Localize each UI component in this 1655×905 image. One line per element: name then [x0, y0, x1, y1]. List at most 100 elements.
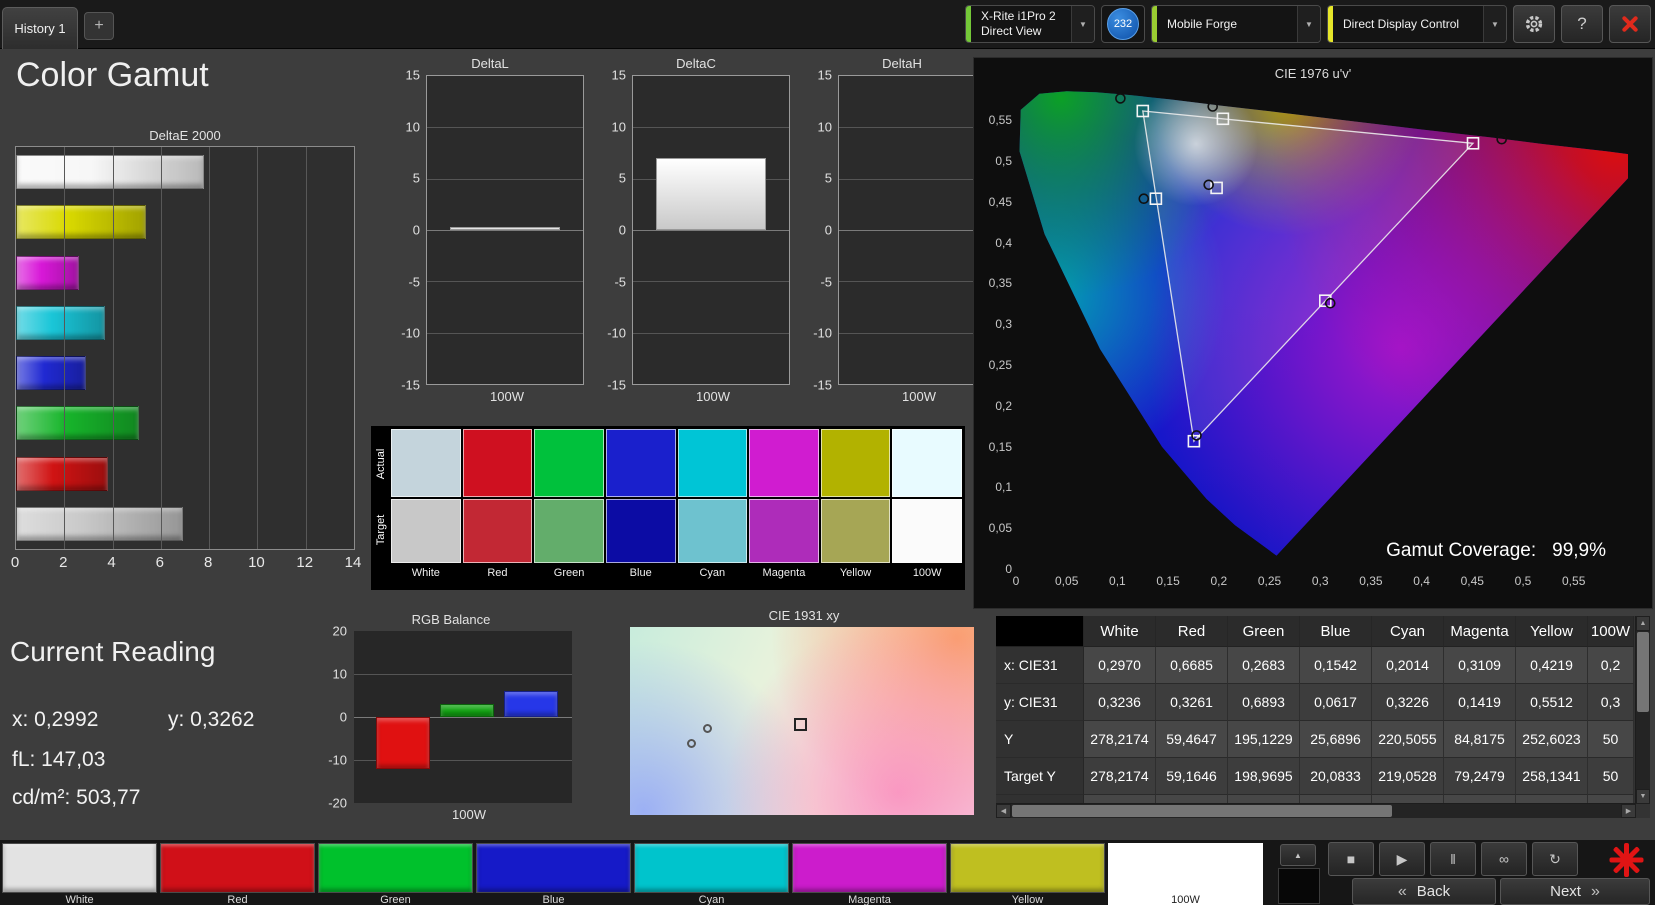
- actual-swatch: [462, 429, 533, 497]
- deltae-bar-row: [16, 298, 354, 348]
- close-button[interactable]: [1609, 5, 1651, 43]
- y-tick-label: -15: [401, 377, 420, 393]
- table-cell: 25,6896: [1300, 721, 1372, 758]
- settings-button[interactable]: [1513, 5, 1555, 43]
- source-dropdown[interactable]: Mobile Forge ▼: [1151, 5, 1321, 43]
- pattern-swatch-yellow[interactable]: Yellow: [950, 843, 1105, 905]
- scroll-right-icon[interactable]: ▶: [1621, 804, 1636, 818]
- reading-x: x: 0,2992: [12, 708, 99, 731]
- next-button[interactable]: Next »: [1500, 878, 1650, 905]
- gridline: [112, 147, 114, 549]
- compare-column-label: Yellow: [839, 567, 872, 579]
- scroll-left-icon[interactable]: ◀: [996, 804, 1011, 818]
- swatch-color: [318, 843, 473, 893]
- actual-target-compare: Actual Target White Red Green Blue Cyan Magen…: [371, 426, 965, 590]
- x-tick-label: 8: [203, 554, 213, 571]
- pattern-swatch-100w[interactable]: 100W: [1108, 843, 1263, 905]
- infinity-button[interactable]: ∞: [1481, 842, 1527, 876]
- horizontal-scroll-thumb[interactable]: [1012, 805, 1392, 817]
- pattern-swatch-blue[interactable]: Blue: [476, 843, 631, 905]
- transport-controls: ■ ▶ ‖ ∞ ↻: [1328, 842, 1578, 876]
- pattern-swatch-cyan[interactable]: Cyan: [634, 843, 789, 905]
- collapse-strip-button[interactable]: ▲: [1280, 844, 1316, 866]
- stop-button[interactable]: ■: [1328, 842, 1374, 876]
- y-tick-label: 10: [332, 666, 347, 682]
- gridline: [633, 281, 789, 283]
- x-tick-label: 0: [1012, 574, 1020, 588]
- horizontal-scrollbar[interactable]: ◀ ▶: [996, 803, 1636, 818]
- pattern-dropdown[interactable]: Direct Display Control ▼: [1327, 5, 1507, 43]
- table-row-label: Target Y: [996, 758, 1084, 795]
- swatch-color: [476, 843, 631, 893]
- table-row-label: x: CIE31: [996, 647, 1084, 684]
- actual-swatch: [892, 429, 962, 497]
- vertical-scrollbar[interactable]: ▲ ▼: [1635, 616, 1650, 804]
- row-label-actual: Actual: [375, 448, 387, 480]
- measure-indicator-icon[interactable]: [1606, 840, 1646, 880]
- tab-history-1[interactable]: History 1: [2, 7, 78, 49]
- y-tick-label: 5: [618, 170, 626, 186]
- y-tick-label: 0,15: [988, 439, 1012, 454]
- y-tick-label: 0: [618, 222, 626, 238]
- chevron-down-icon[interactable]: ▼: [1071, 6, 1094, 42]
- scroll-up-icon[interactable]: ▲: [1636, 616, 1650, 631]
- deltae2000-plot: [15, 146, 355, 550]
- x-axis-label: 100W: [696, 389, 730, 404]
- pause-button[interactable]: ‖: [1430, 842, 1476, 876]
- play-icon: ▶: [1396, 850, 1408, 867]
- meter-dropdown[interactable]: X-Rite i1Pro 2 Direct View ▼: [965, 5, 1095, 43]
- compare-column-label: Green: [553, 567, 585, 579]
- vertical-scroll-thumb[interactable]: [1637, 632, 1649, 712]
- table-cell: 59,1646: [1156, 758, 1228, 795]
- rgb-balance-plot: [354, 631, 572, 803]
- chevron-down-icon[interactable]: ▼: [1297, 6, 1320, 42]
- table-cell: 50: [1588, 758, 1634, 795]
- pattern-swatch-magenta[interactable]: Magenta: [792, 843, 947, 905]
- gridline: [64, 147, 66, 549]
- loop-button[interactable]: ↻: [1532, 842, 1578, 876]
- compare-row-labels: Actual Target: [374, 429, 388, 587]
- pattern-swatch-green[interactable]: Green: [318, 843, 473, 905]
- page-title: Color Gamut: [16, 56, 209, 94]
- table-header: Magenta: [1444, 616, 1516, 647]
- compare-column-magenta: Magenta: [749, 429, 819, 587]
- compare-columns: White Red Green Blue Cyan Magenta Yellow 100W: [391, 429, 962, 587]
- back-button[interactable]: « Back: [1352, 878, 1496, 905]
- x-tick-label: 0,4: [1413, 574, 1430, 588]
- y-tick-label: -15: [607, 377, 626, 393]
- delta-chart-deltal: DeltaL 15 10 5 0 -5 -10 -15 100W: [392, 56, 588, 404]
- table-cell: 0,2683: [1228, 647, 1300, 684]
- rgb-bar-blue: [504, 691, 558, 717]
- x-axis-label: 100W: [902, 389, 936, 404]
- y-tick-label: 0: [1005, 562, 1012, 576]
- loop-icon: ↻: [1549, 850, 1561, 867]
- chart-title: DeltaC: [676, 56, 716, 71]
- table-cell: 0,3236: [1084, 684, 1156, 721]
- x-tick-label: 0,5: [1514, 574, 1532, 588]
- table-cell: 0,3109: [1444, 647, 1516, 684]
- swatch-color: [792, 843, 947, 893]
- table-header: Cyan: [1372, 616, 1444, 647]
- gamut-coverage-value: 99,9%: [1552, 540, 1606, 561]
- chevron-down-icon[interactable]: ▼: [1483, 6, 1506, 42]
- y-tick-label: -10: [401, 325, 420, 341]
- table-cell: 84,8175: [1444, 721, 1516, 758]
- app-window: History 1 + X-Rite i1Pro 2 Direct View ▼…: [0, 0, 1655, 905]
- play-button[interactable]: ▶: [1379, 842, 1425, 876]
- scroll-down-icon[interactable]: ▼: [1636, 789, 1650, 804]
- table-header: Green: [1228, 616, 1300, 647]
- swatch-label: Red: [227, 894, 248, 905]
- pattern-preview[interactable]: [1278, 868, 1320, 904]
- help-button[interactable]: ?: [1561, 5, 1603, 43]
- meter-status-badge[interactable]: 232: [1101, 5, 1145, 43]
- y-tick-label: 15: [405, 67, 420, 83]
- new-tab-button[interactable]: +: [84, 12, 114, 40]
- y-tick-label: -5: [820, 274, 832, 290]
- y-tick-label: 0: [824, 222, 832, 238]
- pattern-swatch-red[interactable]: Red: [160, 843, 315, 905]
- pattern-swatch-white[interactable]: White: [2, 843, 157, 905]
- table-cell: 258,1341: [1516, 758, 1588, 795]
- table-cell: 252,6023: [1516, 721, 1588, 758]
- gridline: [160, 147, 162, 549]
- x-tick-label: 0,55: [1562, 574, 1586, 588]
